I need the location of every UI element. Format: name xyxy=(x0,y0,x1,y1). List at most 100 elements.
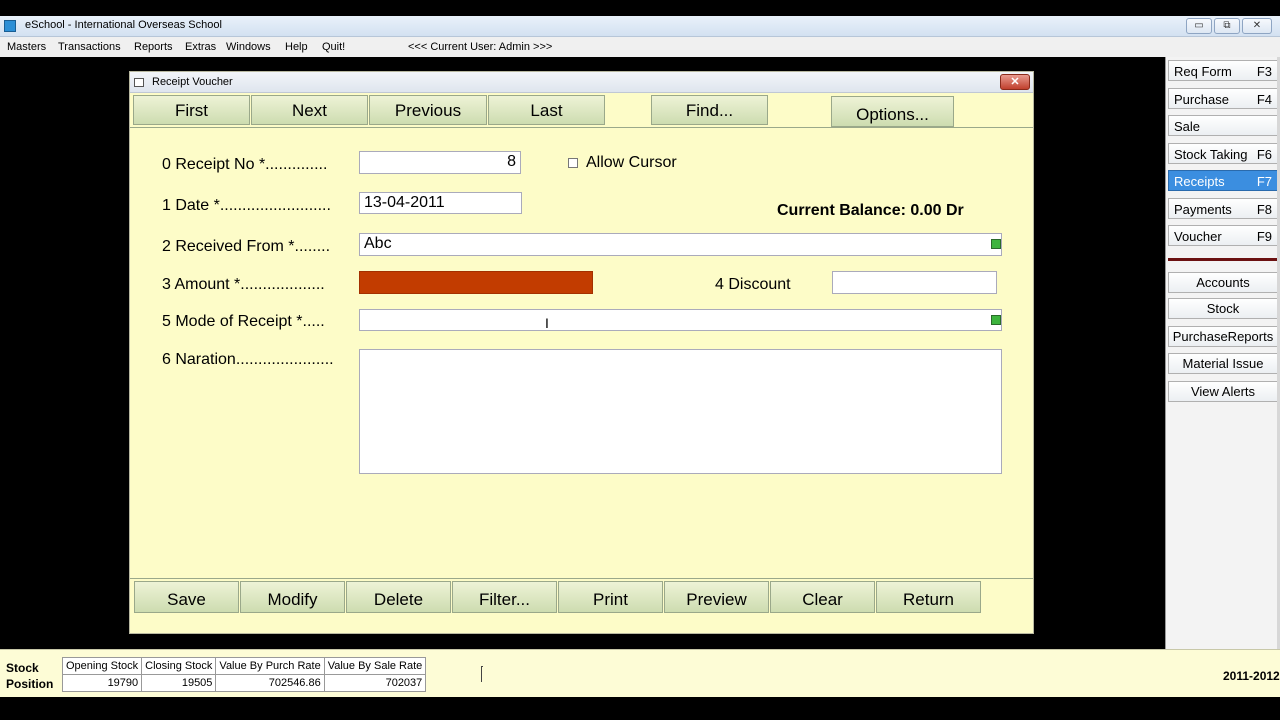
col-value-purch-rate: Value By Purch Rate xyxy=(215,657,325,675)
window-icon xyxy=(134,78,144,87)
menu-reports[interactable]: Reports xyxy=(134,41,173,53)
sidebar-item-shortcut: F8 xyxy=(1256,202,1272,217)
allow-cursor-checkbox[interactable] xyxy=(568,158,578,168)
sidebar-item-label: Payments xyxy=(1174,202,1232,217)
menu-transactions[interactable]: Transactions xyxy=(58,41,121,53)
delete-button[interactable]: Delete xyxy=(346,581,451,613)
date-input[interactable]: 13-04-2011 xyxy=(359,192,522,214)
discount-label: 4 Discount xyxy=(715,276,791,293)
sidebar-divider xyxy=(1168,258,1279,261)
amount-label: 3 Amount *................... xyxy=(162,276,325,293)
sidebar-req-form[interactable]: Req Form F3 xyxy=(1168,60,1278,81)
sidebar-item-label: Stock Taking xyxy=(1174,147,1248,162)
sidebar-payments[interactable]: Payments F8 xyxy=(1168,198,1278,219)
status-bar: Stock Position Opening Stock Closing Sto… xyxy=(0,649,1280,697)
sidebar-item-shortcut: F3 xyxy=(1256,64,1272,79)
amount-input[interactable] xyxy=(359,271,593,294)
allow-cursor-label: Allow Cursor xyxy=(586,154,677,171)
col-value-sale-rate: Value By Sale Rate xyxy=(323,657,427,675)
minimize-button[interactable]: ▭ xyxy=(1186,18,1212,34)
naration-label: 6 Naration...................... xyxy=(162,351,334,368)
sale-rate-value: 702037 xyxy=(323,674,427,692)
sidebar-voucher[interactable]: Voucher F9 xyxy=(1168,225,1278,246)
sidebar-material-issue[interactable]: Material Issue xyxy=(1168,353,1278,374)
title-bar: eSchool - International Overseas School … xyxy=(0,16,1280,37)
options-button[interactable]: Options... xyxy=(831,96,954,127)
received-from-dropdown-icon[interactable] xyxy=(991,239,1001,249)
purch-rate-value: 702546.86 xyxy=(215,674,325,692)
sidebar-item-shortcut: F9 xyxy=(1256,229,1272,244)
col-opening-stock: Opening Stock xyxy=(61,657,143,675)
mode-of-receipt-label: 5 Mode of Receipt *..... xyxy=(162,313,325,330)
opening-stock-value: 19790 xyxy=(61,674,143,692)
action-divider xyxy=(130,578,1033,579)
received-from-label: 2 Received From *........ xyxy=(162,238,331,255)
close-button[interactable]: ✕ xyxy=(1242,18,1272,34)
naration-textarea[interactable] xyxy=(359,349,1002,474)
menu-masters[interactable]: Masters xyxy=(7,41,46,53)
clear-button[interactable]: Clear xyxy=(770,581,875,613)
sidebar-item-shortcut: F7 xyxy=(1256,174,1272,189)
sidebar-sale[interactable]: Sale xyxy=(1168,115,1278,136)
sidebar-item-label: Voucher xyxy=(1174,229,1222,244)
bottom-strip xyxy=(0,697,1280,720)
discount-input[interactable] xyxy=(832,271,997,294)
app-title: eSchool - International Overseas School xyxy=(25,19,222,31)
application-window: eSchool - International Overseas School … xyxy=(0,0,1280,720)
sidebar-item-label: Sale xyxy=(1174,119,1201,134)
menu-bar: Masters Transactions Reports Extras Wind… xyxy=(0,37,1280,57)
stock-table: Opening Stock Closing Stock Value By Pur… xyxy=(61,657,427,692)
mode-of-receipt-input[interactable] xyxy=(359,309,1002,331)
quick-launch-sidebar: Req Form F3 Purchase F4 Sale Stock Takin… xyxy=(1165,57,1280,649)
window-controls: ▭ ⧉ ✕ xyxy=(1186,18,1272,34)
sidebar-accounts[interactable]: Accounts xyxy=(1168,272,1278,293)
col-closing-stock: Closing Stock xyxy=(141,657,217,675)
sidebar-purchase-reports[interactable]: PurchaseReports xyxy=(1168,326,1278,347)
menu-extras[interactable]: Extras xyxy=(185,41,216,53)
receipt-voucher-window: Receipt Voucher ✕ First Next Previous La… xyxy=(129,71,1034,634)
first-button[interactable]: First xyxy=(133,95,250,125)
table-row: 19790 19505 702546.86 702037 xyxy=(61,674,427,692)
receipt-no-label: 0 Receipt No *.............. xyxy=(162,156,328,173)
sidebar-item-label: Purchase xyxy=(1174,92,1229,107)
financial-year: 2011-2012 xyxy=(1223,669,1280,683)
stock-position-label: Stock Position xyxy=(6,661,54,691)
modify-button[interactable]: Modify xyxy=(240,581,345,613)
print-button[interactable]: Print xyxy=(558,581,663,613)
form-close-button[interactable]: ✕ xyxy=(1000,74,1030,90)
date-label: 1 Date *......................... xyxy=(162,197,331,214)
mode-of-receipt-dropdown-icon[interactable] xyxy=(991,315,1001,325)
last-button[interactable]: Last xyxy=(488,95,605,125)
receipt-no-input[interactable]: 8 xyxy=(359,151,521,174)
preview-button[interactable]: Preview xyxy=(664,581,769,613)
menu-windows[interactable]: Windows xyxy=(226,41,271,53)
menu-help[interactable]: Help xyxy=(285,41,308,53)
sidebar-stock[interactable]: Stock xyxy=(1168,298,1278,319)
sidebar-item-label: Req Form xyxy=(1174,64,1232,79)
previous-button[interactable]: Previous xyxy=(369,95,487,125)
current-balance: Current Balance: 0.00 Dr xyxy=(777,202,964,219)
receipt-voucher-titlebar: Receipt Voucher ✕ xyxy=(130,72,1033,93)
save-button[interactable]: Save xyxy=(134,581,239,613)
sidebar-receipts[interactable]: Receipts F7 xyxy=(1168,170,1278,191)
nav-divider xyxy=(130,127,1033,128)
text-cursor-icon: I xyxy=(545,315,549,331)
receipt-voucher-title: Receipt Voucher xyxy=(152,76,233,88)
sidebar-view-alerts[interactable]: View Alerts xyxy=(1168,381,1278,402)
received-from-input[interactable]: Abc xyxy=(359,233,1002,256)
table-header-row: Opening Stock Closing Stock Value By Pur… xyxy=(61,657,427,675)
restore-button[interactable]: ⧉ xyxy=(1214,18,1240,34)
closing-stock-value: 19505 xyxy=(141,674,217,692)
menu-quit[interactable]: Quit! xyxy=(322,41,345,53)
next-button[interactable]: Next xyxy=(251,95,368,125)
current-user-label: <<< Current User: Admin >>> xyxy=(408,41,553,53)
app-icon xyxy=(4,20,16,32)
sidebar-item-shortcut: F4 xyxy=(1256,92,1272,107)
sidebar-purchase[interactable]: Purchase F4 xyxy=(1168,88,1278,109)
sidebar-item-label: Receipts xyxy=(1174,174,1225,189)
return-button[interactable]: Return xyxy=(876,581,981,613)
sidebar-item-shortcut: F6 xyxy=(1256,147,1272,162)
sidebar-stock-taking[interactable]: Stock Taking F6 xyxy=(1168,143,1278,164)
filter-button[interactable]: Filter... xyxy=(452,581,557,613)
find-button[interactable]: Find... xyxy=(651,95,768,125)
